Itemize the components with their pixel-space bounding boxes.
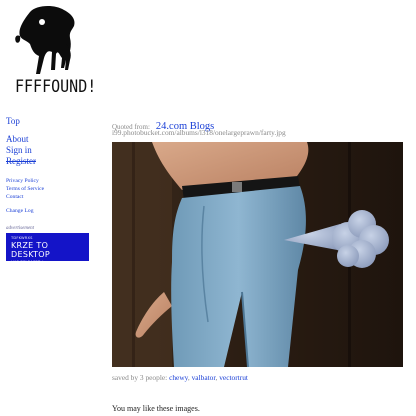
advertisement-banner[interactable]: TDFKWRXS KRZE TO DESKTOP HAS RELEASED ! <box>6 233 89 264</box>
site-logo[interactable]: FFFFOUND! <box>12 4 96 97</box>
nav-register-link[interactable]: Register <box>6 156 96 167</box>
logo-wordmark: FFFFOUND! <box>15 76 97 97</box>
change-log-link[interactable]: Change Log <box>6 208 96 214</box>
saver-link-vectortrut[interactable]: vectortrut <box>219 373 248 382</box>
contact-link[interactable]: Contact <box>6 193 96 201</box>
image-url: i99.photobucket.com/albums/l318/onelarge… <box>112 128 286 137</box>
related-images-heading: You may like these images. <box>112 404 200 413</box>
photo-figure-icon <box>112 142 403 367</box>
ad-line-1: TDFKWRXS <box>11 236 33 240</box>
saved-by-label: saved by 3 people: <box>112 373 168 382</box>
account-links: About Sign in Register <box>6 134 96 167</box>
saved-by-line: saved by 3 people: chewy, valbator, vect… <box>112 373 248 382</box>
sidebar: Top About Sign in Register Privacy Polic… <box>6 116 96 264</box>
nav-about-link[interactable]: About <box>6 134 96 145</box>
saver-link-chewy[interactable]: chewy <box>169 373 188 382</box>
terms-of-service-link[interactable]: Terms of Service <box>6 185 96 193</box>
main-image[interactable] <box>112 142 403 367</box>
legal-links: Privacy Policy Terms of Service Contact <box>6 177 96 201</box>
ad-line-3: HAS RELEASED ! <box>11 260 44 264</box>
privacy-policy-link[interactable]: Privacy Policy <box>6 177 96 185</box>
nav-top-link[interactable]: Top <box>6 116 96 126</box>
advertisement-label: advertisement <box>6 226 35 231</box>
page: FFFFOUND! Top About Sign in Register Pri… <box>0 0 416 416</box>
nav-sign-in-link[interactable]: Sign in <box>6 145 96 156</box>
saver-link-valbator[interactable]: valbator <box>192 373 216 382</box>
change-log-section: Change Log <box>6 208 96 214</box>
ad-title: KRZE TO DESKTOP <box>11 241 51 259</box>
logo-creature-icon <box>15 6 75 74</box>
